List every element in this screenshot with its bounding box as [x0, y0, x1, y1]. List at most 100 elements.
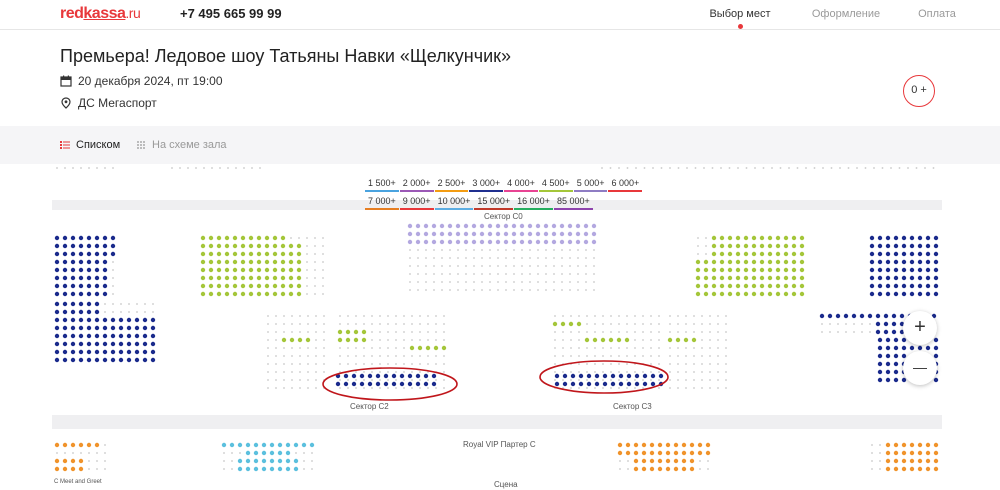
seat-navy[interactable] [877, 377, 883, 383]
seat-orange[interactable] [94, 442, 100, 448]
seat-navy[interactable] [118, 357, 124, 363]
seat-navy[interactable] [118, 349, 124, 355]
seat-navy[interactable] [78, 251, 84, 257]
seat-cyan[interactable] [253, 466, 259, 472]
seat-lime[interactable] [735, 235, 741, 241]
seat-orange[interactable] [78, 442, 84, 448]
seat-orange[interactable] [649, 458, 655, 464]
seat-navy-c2[interactable] [423, 373, 429, 379]
seat-lime[interactable] [264, 275, 270, 281]
seat-lavender[interactable] [471, 239, 477, 245]
seat-lime[interactable] [695, 275, 701, 281]
seat-navy[interactable] [901, 267, 907, 273]
seat-lavender[interactable] [463, 231, 469, 237]
seat-orange[interactable] [689, 442, 695, 448]
seat-lime[interactable] [719, 275, 725, 281]
seat-cyan[interactable] [261, 466, 267, 472]
seat-lavender[interactable] [559, 223, 565, 229]
seat-navy[interactable] [110, 317, 116, 323]
seat-navy-c3[interactable] [562, 373, 568, 379]
seat-navy[interactable] [102, 243, 108, 249]
seat-navy[interactable] [134, 325, 140, 331]
seat-navy[interactable] [883, 321, 889, 327]
seat-navy[interactable] [70, 301, 76, 307]
seat-navy[interactable] [933, 283, 939, 289]
seat-lime[interactable] [264, 235, 270, 241]
seat-navy[interactable] [134, 317, 140, 323]
seat-lime[interactable] [767, 251, 773, 257]
seat-cyan[interactable] [293, 442, 299, 448]
seat-lavender[interactable] [591, 231, 597, 237]
seat-lime[interactable] [727, 251, 733, 257]
seat-navy[interactable] [54, 243, 60, 249]
seat-lime[interactable] [232, 267, 238, 273]
seat-lavender[interactable] [471, 223, 477, 229]
seat-lime[interactable] [791, 235, 797, 241]
seat-lime[interactable] [775, 259, 781, 265]
seat-lime[interactable] [703, 259, 709, 265]
seat-unavailable[interactable] [576, 321, 582, 327]
seat-navy[interactable] [126, 357, 132, 363]
seat-lavender[interactable] [415, 223, 421, 229]
seat-lime[interactable] [248, 275, 254, 281]
seat-orange[interactable] [681, 466, 687, 472]
seat-navy[interactable] [94, 325, 100, 331]
seat-lime[interactable] [256, 283, 262, 289]
seat-cyan[interactable] [253, 442, 259, 448]
seat-navy[interactable] [110, 325, 116, 331]
seat-orange[interactable] [689, 466, 695, 472]
seat-navy-c3[interactable] [610, 381, 616, 387]
seat-lime[interactable] [743, 251, 749, 257]
seat-cyan[interactable] [261, 442, 267, 448]
seat-cyan[interactable] [301, 442, 307, 448]
seat-navy[interactable] [901, 345, 907, 351]
seat-lime[interactable] [264, 291, 270, 297]
seat-navy[interactable] [86, 251, 92, 257]
seat-lime[interactable] [232, 243, 238, 249]
seat-cyan[interactable] [261, 458, 267, 464]
seat-navy[interactable] [142, 325, 148, 331]
seat-lime[interactable] [216, 243, 222, 249]
seat-navy[interactable] [901, 291, 907, 297]
seat-navy[interactable] [819, 313, 825, 319]
price-legend-item[interactable]: 9 000+ [399, 196, 434, 210]
seat-navy[interactable] [917, 275, 923, 281]
seat-lime[interactable] [288, 267, 294, 273]
seat-lime[interactable] [791, 283, 797, 289]
seat-navy-c3[interactable] [610, 373, 616, 379]
seat-orange[interactable] [633, 442, 639, 448]
seat-lime[interactable] [264, 251, 270, 257]
seat-cyan[interactable] [269, 458, 275, 464]
seat-lime[interactable] [711, 283, 717, 289]
seat-lavender[interactable] [519, 239, 525, 245]
seat-orange[interactable] [54, 458, 60, 464]
seat-navy[interactable] [126, 325, 132, 331]
seat-navy[interactable] [62, 259, 68, 265]
seat-navy[interactable] [925, 243, 931, 249]
seat-lavender[interactable] [447, 223, 453, 229]
seat-lime[interactable] [743, 259, 749, 265]
seat-navy[interactable] [933, 377, 939, 383]
seat-navy[interactable] [843, 313, 849, 319]
seat-lime[interactable] [783, 259, 789, 265]
seat-navy[interactable] [78, 275, 84, 281]
seat-lime[interactable] [703, 267, 709, 273]
seat-navy[interactable] [102, 333, 108, 339]
seat-orange[interactable] [917, 450, 923, 456]
seat-navy[interactable] [70, 357, 76, 363]
seat-navy[interactable] [150, 341, 156, 347]
seat-lime[interactable] [743, 235, 749, 241]
seat-lime[interactable] [767, 275, 773, 281]
seat-navy[interactable] [917, 291, 923, 297]
seat-lavender[interactable] [463, 223, 469, 229]
seat-orange[interactable] [925, 442, 931, 448]
seat-navy[interactable] [86, 317, 92, 323]
seat-lime[interactable] [272, 267, 278, 273]
seat-orange[interactable] [62, 442, 68, 448]
seat-navy[interactable] [891, 313, 897, 319]
seat-lime[interactable] [727, 243, 733, 249]
seat-lime[interactable] [208, 275, 214, 281]
price-legend-item[interactable]: 2 500+ [434, 178, 469, 192]
seat-navy[interactable] [102, 291, 108, 297]
seat-lime[interactable] [272, 283, 278, 289]
